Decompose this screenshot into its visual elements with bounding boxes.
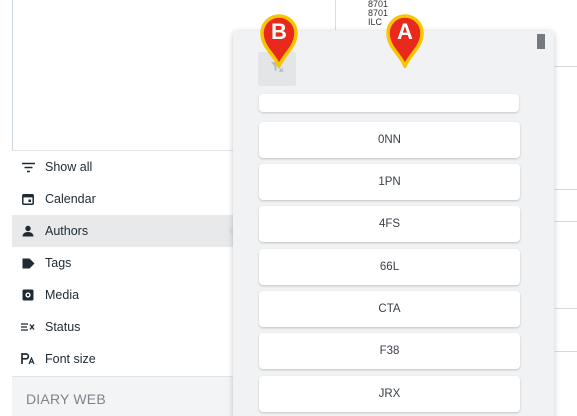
background-row-line [555, 189, 577, 190]
author-option[interactable]: 4FS [259, 206, 520, 242]
sidebar-item-label: Show all [45, 160, 93, 174]
sidebar-item-label: Media [45, 288, 80, 302]
author-option[interactable]: JRX [259, 376, 520, 412]
author-option-label: CTA [378, 303, 401, 315]
sidebar-item-status[interactable]: Status [12, 311, 234, 343]
author-filter-popup: 0NN 1PN 4FS 66L CTA F38 JRX [233, 31, 554, 416]
author-option[interactable]: 0NN [259, 122, 520, 158]
person-icon [20, 223, 36, 239]
callout-letter: B [271, 19, 287, 44]
background-column-divider [335, 0, 336, 30]
callout-marker-a: A [385, 14, 425, 71]
author-option[interactable]: 1PN [259, 164, 520, 200]
callout-marker-b: B [259, 14, 299, 71]
sidebar-item-media[interactable]: Media [12, 279, 234, 311]
background-row-line [555, 66, 577, 67]
media-icon [20, 287, 36, 303]
sidebar-item-label: Font size [45, 352, 96, 366]
sidebar-item-tags[interactable]: Tags [12, 247, 234, 279]
diary-web-screen: 8701 8701 ILC Show all Calendar Authors [0, 0, 577, 416]
sidebar-item-label: Status [45, 320, 81, 334]
author-option[interactable]: F38 [259, 333, 520, 369]
tag-icon [20, 255, 36, 271]
author-option[interactable]: 66L [259, 249, 520, 285]
popup-scrollbar[interactable] [537, 34, 545, 49]
app-name: DIARY WEB [26, 391, 106, 407]
sidebar-item-show-all[interactable]: Show all [12, 151, 234, 183]
sidebar-filter-menu: Show all Calendar Authors Tags Media Sta… [12, 150, 234, 377]
sidebar-item-label: Authors [45, 224, 89, 238]
sidebar-item-authors[interactable]: Authors [12, 215, 234, 247]
filter-lines-icon [20, 159, 36, 175]
author-option[interactable]: CTA [259, 291, 520, 327]
callout-letter: A [397, 19, 413, 44]
background-row-line [555, 351, 577, 352]
author-option-label: 1PN [378, 176, 401, 188]
author-option-label: 4FS [378, 218, 401, 230]
sidebar-item-label: Tags [45, 256, 72, 270]
left-edge-divider [12, 0, 13, 150]
author-option-label: JRX [378, 388, 401, 400]
status-icon [20, 319, 36, 335]
calendar-icon [20, 191, 36, 207]
sidebar-item-calendar[interactable]: Calendar [12, 183, 234, 215]
app-brand-footer: DIARY WEB [12, 376, 234, 416]
sidebar-item-label: Calendar [45, 192, 96, 206]
sidebar-item-font-size[interactable]: Font size [12, 343, 234, 375]
background-row-line [555, 308, 577, 309]
author-option-label: 66L [379, 261, 400, 273]
author-option-label: F38 [379, 345, 400, 357]
author-search-input[interactable] [259, 94, 519, 112]
background-row-line [555, 221, 577, 222]
author-option-label: 0NN [377, 134, 401, 146]
font-size-icon [20, 351, 36, 367]
